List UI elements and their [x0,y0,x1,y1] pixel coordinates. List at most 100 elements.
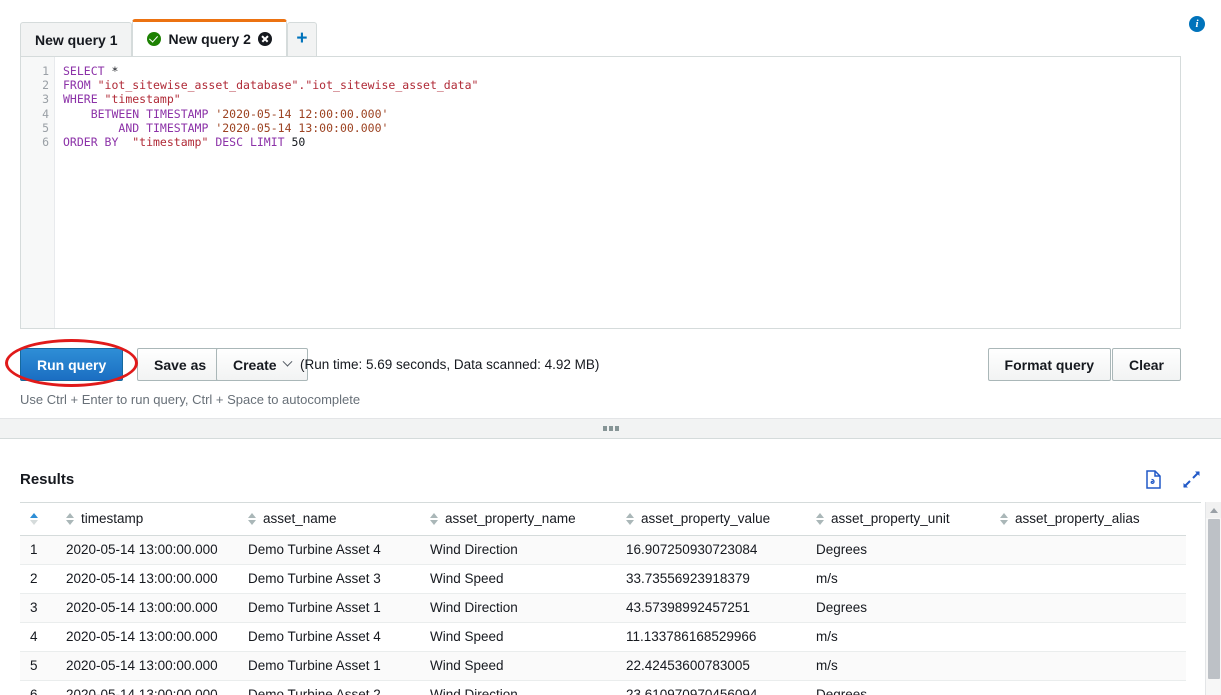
table-row[interactable]: 3 2020-05-14 13:00:00.000 Demo Turbine A… [20,593,1186,622]
results-title: Results [20,471,74,488]
sql-number: 50 [285,135,306,149]
cell-asset-property-name: Wind Speed [420,564,616,593]
sort-icon[interactable] [816,513,824,525]
sort-icon[interactable] [1000,513,1008,525]
cell-asset-property-unit: Degrees [806,535,990,564]
format-query-button[interactable]: Format query [988,348,1111,381]
sort-icon[interactable] [248,513,256,525]
sql-identifier: "timestamp" [98,92,181,106]
cell-asset-property-name: Wind Direction [420,680,616,695]
cell-asset-property-unit: Degrees [806,593,990,622]
column-label: asset_name [263,511,337,526]
line-number: 4 [21,107,54,121]
clear-button[interactable]: Clear [1112,348,1181,381]
add-tab-button[interactable]: + [287,22,317,56]
column-label: timestamp [81,511,143,526]
table-row[interactable]: 6 2020-05-14 13:00:00.000 Demo Turbine A… [20,680,1186,695]
scroll-up-button[interactable] [1206,502,1221,518]
expand-results-icon[interactable] [1182,470,1201,489]
cell-timestamp: 2020-05-14 13:00:00.000 [56,564,238,593]
cell-asset-property-name: Wind Speed [420,651,616,680]
cell-timestamp: 2020-05-14 13:00:00.000 [56,535,238,564]
table-row[interactable]: 4 2020-05-14 13:00:00.000 Demo Turbine A… [20,622,1186,651]
tab-label: New query 2 [168,31,250,47]
sql-keyword: ORDER BY [63,135,118,149]
tab-new-query-1[interactable]: New query 1 [20,22,132,56]
cell-asset-property-alias [990,680,1186,695]
code-line-4: BETWEEN TIMESTAMP '2020-05-14 12:00:00.0… [63,107,1180,121]
line-number: 2 [21,78,54,92]
sql-keyword: SELECT [63,64,105,78]
cell-timestamp: 2020-05-14 13:00:00.000 [56,680,238,695]
cell-asset-name: Demo Turbine Asset 3 [238,564,420,593]
results-actions [1145,470,1201,489]
cell-asset-name: Demo Turbine Asset 1 [238,651,420,680]
cell-rownum: 1 [20,535,56,564]
sql-editor[interactable]: 1 2 3 4 5 6 SELECT *FROM "iot_sitewise_a… [20,56,1181,329]
column-header-asset-property-value[interactable]: asset_property_value [616,503,806,535]
info-icon-container[interactable]: i [1189,16,1207,34]
column-header-asset-property-alias[interactable]: asset_property_alias [990,503,1186,535]
query-tab-strip: New query 1 New query 2 + [20,19,317,56]
results-vertical-scrollbar[interactable] [1205,502,1221,695]
line-number: 3 [21,92,54,106]
table-row[interactable]: 5 2020-05-14 13:00:00.000 Demo Turbine A… [20,651,1186,680]
cell-timestamp: 2020-05-14 13:00:00.000 [56,593,238,622]
cell-asset-property-value: 16.907250930723084 [616,535,806,564]
sql-identifier: "timestamp" [118,135,208,149]
code-line-2: FROM "iot_sitewise_asset_database"."iot_… [63,78,1180,92]
column-header-asset-name[interactable]: asset_name [238,503,420,535]
cell-asset-property-alias [990,593,1186,622]
cell-asset-name: Demo Turbine Asset 2 [238,680,420,695]
cell-asset-property-unit: m/s [806,651,990,680]
scrollbar-thumb[interactable] [1208,519,1220,679]
results-table-container[interactable]: timestamp asset_name asset_property_name [20,502,1201,695]
sql-identifier: "iot_sitewise_asset_database"."iot_sitew… [91,78,479,92]
sort-icon[interactable] [626,513,634,525]
cell-asset-property-alias [990,622,1186,651]
panel-splitter[interactable] [0,418,1221,439]
expand-results-icon-svg [1182,470,1201,489]
cell-asset-name: Demo Turbine Asset 4 [238,622,420,651]
sort-icon[interactable] [430,513,438,525]
format-query-container: Format query [988,348,1111,381]
download-results-icon[interactable] [1145,470,1162,489]
cell-asset-property-alias [990,564,1186,593]
sql-keyword: AND TIMESTAMP [118,121,208,135]
cell-timestamp: 2020-05-14 13:00:00.000 [56,651,238,680]
column-header-rownum[interactable] [20,503,56,535]
cell-asset-name: Demo Turbine Asset 4 [238,535,420,564]
sql-code-area[interactable]: SELECT *FROM "iot_sitewise_asset_databas… [55,57,1180,328]
column-header-asset-property-unit[interactable]: asset_property_unit [806,503,990,535]
cell-rownum: 2 [20,564,56,593]
cell-rownum: 5 [20,651,56,680]
cell-rownum: 6 [20,680,56,695]
cell-asset-property-alias [990,651,1186,680]
table-row[interactable]: 1 2020-05-14 13:00:00.000 Demo Turbine A… [20,535,1186,564]
code-line-6: ORDER BY "timestamp" DESC LIMIT 50 [63,135,1180,149]
cell-timestamp: 2020-05-14 13:00:00.000 [56,622,238,651]
sql-keyword: FROM [63,78,91,92]
create-label: Create [233,357,277,373]
run-query-button[interactable]: Run query [20,348,123,381]
sort-icon[interactable] [66,513,74,525]
tab-new-query-2[interactable]: New query 2 [132,19,286,56]
column-label: asset_property_value [641,511,770,526]
editor-toolbar: Run query Save as Create (Run time: 5.69… [20,348,1181,382]
column-header-asset-property-name[interactable]: asset_property_name [420,503,616,535]
results-table: timestamp asset_name asset_property_name [20,503,1186,695]
clear-container: Clear [1112,348,1181,381]
cell-asset-property-value: 11.133786168529966 [616,622,806,651]
cell-asset-property-name: Wind Direction [420,535,616,564]
cell-asset-name: Demo Turbine Asset 1 [238,593,420,622]
sort-icon[interactable] [30,513,38,525]
info-icon[interactable]: i [1189,16,1205,32]
cell-rownum: 4 [20,622,56,651]
column-header-timestamp[interactable]: timestamp [56,503,238,535]
cell-asset-property-value: 22.42453600783005 [616,651,806,680]
table-row[interactable]: 2 2020-05-14 13:00:00.000 Demo Turbine A… [20,564,1186,593]
close-icon[interactable] [258,32,272,46]
save-as-button[interactable]: Save as [137,348,223,381]
cell-asset-property-unit: m/s [806,564,990,593]
create-button[interactable]: Create [216,348,308,381]
